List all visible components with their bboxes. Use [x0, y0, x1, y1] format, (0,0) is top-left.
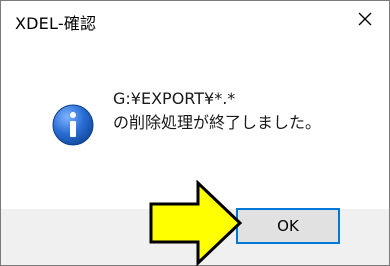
ok-button[interactable]: OK	[236, 208, 340, 244]
close-button[interactable]	[351, 5, 379, 33]
message-text: G:¥EXPORT¥*.* の削除処理が終了しました。	[113, 87, 321, 135]
info-icon	[52, 104, 94, 146]
message-line-path: G:¥EXPORT¥*.*	[113, 89, 236, 108]
title-bar: XDEL-確認	[1, 1, 389, 37]
message-line-status: の削除処理が終了しました。	[113, 113, 322, 132]
close-icon	[358, 12, 372, 26]
window-title: XDEL-確認	[15, 14, 97, 33]
arrow-right-icon	[149, 180, 243, 266]
